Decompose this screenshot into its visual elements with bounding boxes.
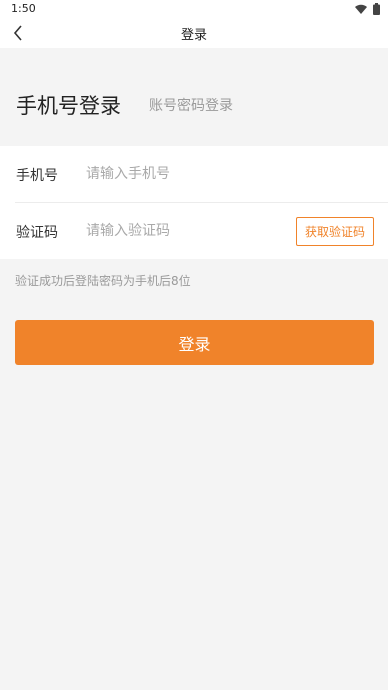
password-hint: 验证成功后登陆密码为手机后8位 [15,274,191,288]
tab-phone-login[interactable]: 手机号登录 [16,90,121,120]
phone-input[interactable] [86,161,286,187]
status-time: 1:50 [11,2,36,15]
status-icons [355,2,380,16]
tab-account-login[interactable]: 账号密码登录 [149,95,233,115]
phone-row: 手机号 [0,146,388,203]
code-input[interactable] [86,218,286,244]
battery-icon [373,3,380,15]
get-code-button[interactable]: 获取验证码 [296,217,374,246]
wifi-icon [355,4,367,14]
page-title: 登录 [180,28,207,43]
phone-label: 手机号 [16,168,58,184]
nav-bar: 登录 [0,18,388,48]
login-button[interactable]: 登录 [15,320,374,365]
code-label: 验证码 [16,225,58,241]
code-row: 验证码 获取验证码 [0,203,388,259]
login-tabs: 手机号登录 账号密码登录 [0,48,388,146]
status-bar: 1:50 [0,0,388,18]
login-form: 手机号 验证码 获取验证码 [0,146,388,259]
